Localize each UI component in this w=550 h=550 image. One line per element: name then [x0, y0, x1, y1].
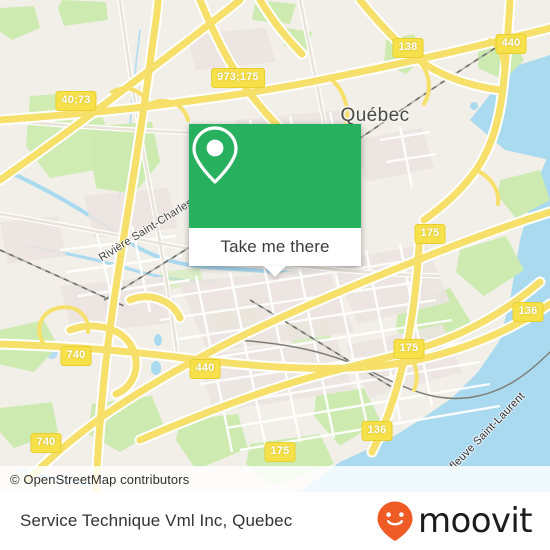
footer-bar: Service Technique Vml Inc, Quebec moovit [0, 492, 550, 550]
place-title: Service Technique Vml Inc, Quebec [20, 511, 293, 530]
road-shield: 175 [414, 224, 446, 244]
popup-pointer-tail [264, 266, 286, 277]
road-shield: 440 [189, 359, 221, 379]
popup-action-area[interactable]: Take me there [189, 228, 361, 277]
road-shield: 136 [361, 421, 393, 441]
moovit-brand[interactable]: moovit [375, 500, 533, 542]
road-shield: 136 [512, 302, 544, 322]
map-attribution-bar: © OpenStreetMap contributors [0, 466, 550, 492]
road-shield: 40;73 [55, 91, 97, 111]
map-pin-icon [192, 126, 238, 184]
road-shield: 973;175 [211, 68, 265, 88]
map-canvas[interactable]: Québec Rivière Saint-Charles fleuve Sain… [0, 0, 550, 492]
popup-icon-area [189, 124, 361, 228]
take-me-there-label: Take me there [220, 237, 330, 256]
road-shield: 440 [495, 34, 527, 54]
attribution-text[interactable]: © OpenStreetMap contributors [0, 472, 189, 487]
road-shield: 175 [264, 442, 296, 462]
moovit-wordmark: moovit [417, 501, 533, 541]
road-shield: 138 [392, 38, 424, 58]
location-popup-card[interactable]: Take me there [189, 124, 361, 277]
road-shield: 740 [60, 346, 92, 366]
road-shield: 740 [30, 433, 62, 453]
moovit-smiley-pin-logo [377, 501, 413, 541]
map-screenshot: Québec Rivière Saint-Charles fleuve Sain… [0, 0, 550, 550]
road-shield: 175 [393, 339, 425, 359]
